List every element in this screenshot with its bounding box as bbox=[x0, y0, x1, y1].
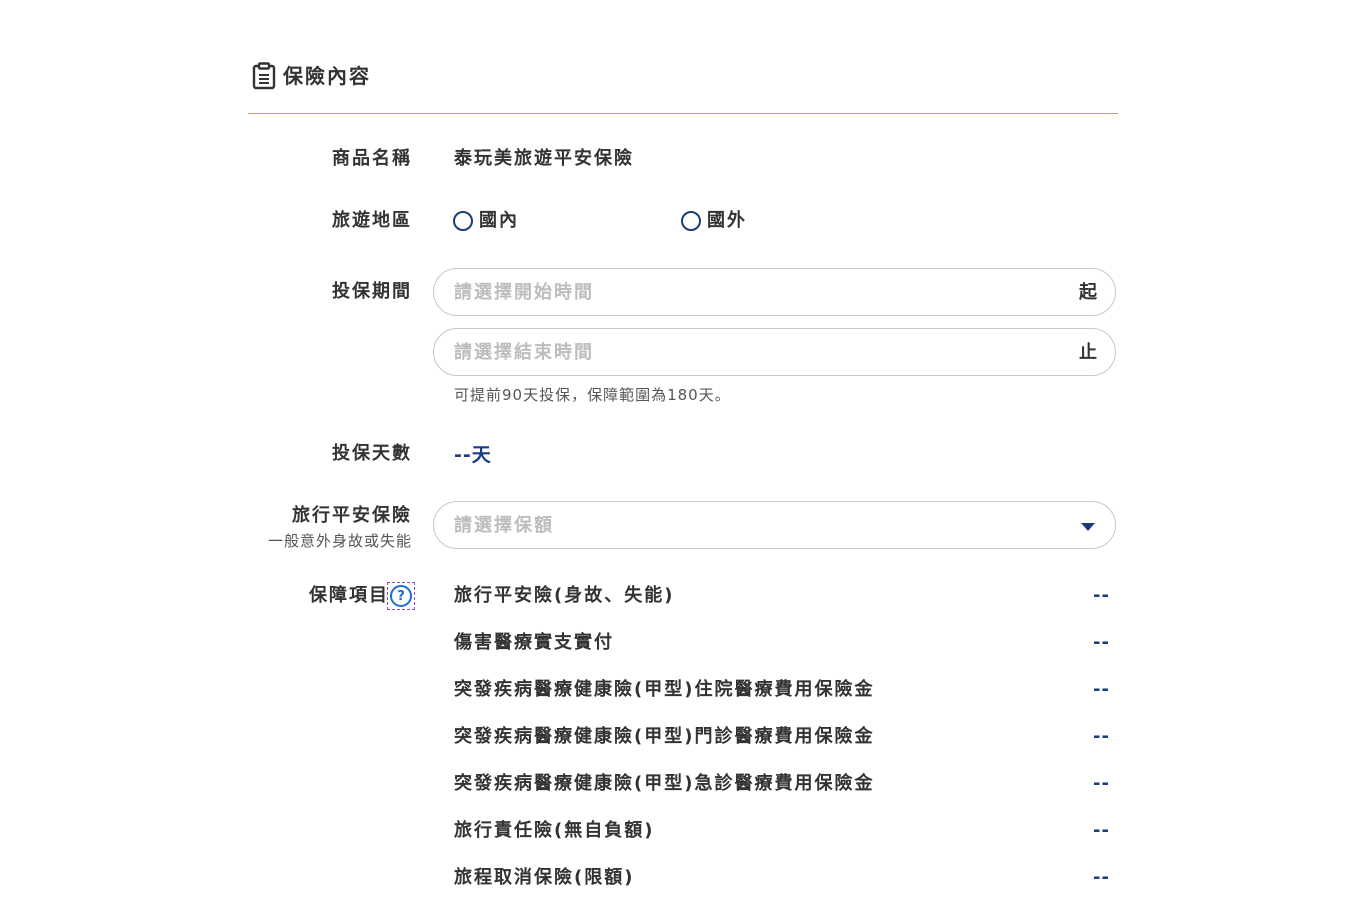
coverage-item-name: 突發疾病醫療健康險(甲型)住院醫療費用保險金 bbox=[454, 679, 875, 700]
help-button[interactable]: ? bbox=[387, 582, 415, 610]
question-icon: ? bbox=[390, 585, 412, 607]
coverage-item-value: -- bbox=[1093, 820, 1110, 841]
period-label: 投保期間 bbox=[332, 281, 412, 302]
coverage-amount-select[interactable]: 請選擇保額 bbox=[433, 501, 1116, 549]
coverage-item-name: 旅行責任險(無自負額) bbox=[454, 820, 655, 841]
coverage-label: 保障項目 bbox=[309, 585, 389, 606]
coverage-item-name: 突發疾病醫療健康險(甲型)門診醫療費用保險金 bbox=[454, 726, 875, 747]
radio-domestic-label: 國內 bbox=[479, 210, 519, 231]
coverage-item-value: -- bbox=[1093, 867, 1110, 888]
coverage-item-name: 突發疾病醫療健康險(甲型)急診醫療費用保險金 bbox=[454, 773, 875, 794]
radio-overseas[interactable]: 國外 bbox=[681, 208, 747, 234]
travel-insurance-sublabel: 一般意外身故或失能 bbox=[267, 532, 412, 550]
list-item: 旅行責任險(無自負額) -- bbox=[454, 818, 1110, 844]
chevron-down-icon[interactable] bbox=[1081, 523, 1095, 531]
radio-circle[interactable] bbox=[453, 211, 473, 231]
end-date-field[interactable]: 止 bbox=[433, 328, 1116, 376]
days-label: 投保天數 bbox=[332, 443, 412, 464]
radio-domestic[interactable]: 國內 bbox=[453, 208, 519, 234]
period-hint: 可提前90天投保，保障範圍為180天。 bbox=[454, 386, 731, 404]
region-label: 旅遊地區 bbox=[332, 210, 412, 231]
list-item: 突發疾病醫療健康險(甲型)門診醫療費用保險金 -- bbox=[454, 724, 1110, 750]
product-name: 泰玩美旅遊平安保險 bbox=[454, 148, 634, 169]
list-item: 突發疾病醫療健康險(甲型)急診醫療費用保險金 -- bbox=[454, 771, 1110, 797]
radio-overseas-label: 國外 bbox=[707, 210, 747, 231]
product-label: 商品名稱 bbox=[332, 148, 412, 169]
clipboard-icon bbox=[252, 62, 276, 90]
coverage-item-value: -- bbox=[1093, 726, 1110, 747]
coverage-item-name: 傷害醫療實支實付 bbox=[454, 632, 614, 653]
travel-insurance-label: 旅行平安保險 bbox=[292, 505, 412, 526]
coverage-item-name: 旅行平安險(身故、失能) bbox=[454, 585, 675, 606]
start-suffix: 起 bbox=[1079, 282, 1097, 303]
list-item: 突發疾病醫療健康險(甲型)住院醫療費用保險金 -- bbox=[454, 677, 1110, 703]
start-date-field[interactable]: 起 bbox=[433, 268, 1116, 316]
start-date-input[interactable] bbox=[454, 269, 1034, 315]
end-date-input[interactable] bbox=[454, 329, 1034, 375]
section-title: 保險內容 bbox=[283, 64, 371, 88]
list-item: 旅程取消保險(限額) -- bbox=[454, 865, 1110, 891]
coverage-item-value: -- bbox=[1093, 679, 1110, 700]
days-value: --天 bbox=[454, 444, 492, 466]
list-item: 旅行平安險(身故、失能) -- bbox=[454, 583, 1110, 609]
section-header: 保險內容 bbox=[248, 58, 1118, 114]
end-suffix: 止 bbox=[1079, 342, 1097, 363]
radio-circle[interactable] bbox=[681, 211, 701, 231]
list-item: 傷害醫療實支實付 -- bbox=[454, 630, 1110, 656]
coverage-item-value: -- bbox=[1093, 585, 1110, 606]
select-placeholder: 請選擇保額 bbox=[454, 515, 554, 536]
coverage-item-name: 旅程取消保險(限額) bbox=[454, 867, 635, 888]
coverage-item-value: -- bbox=[1093, 773, 1110, 794]
coverage-item-value: -- bbox=[1093, 632, 1110, 653]
